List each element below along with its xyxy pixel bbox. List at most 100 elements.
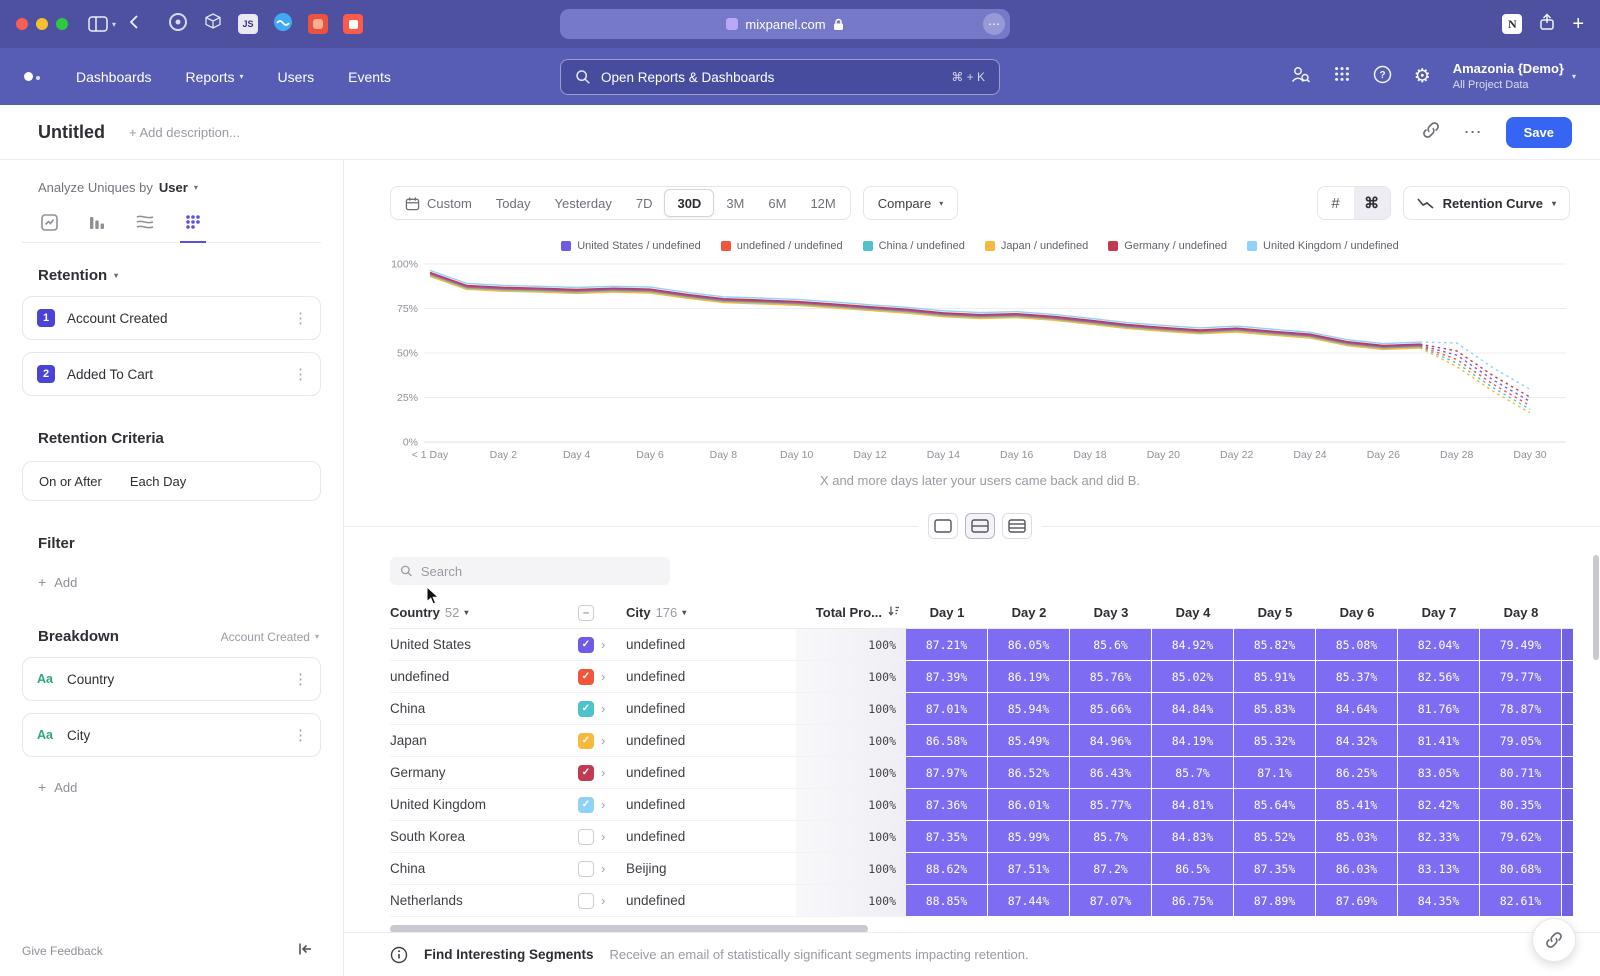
criteria-interval[interactable]: Each Day	[130, 474, 186, 489]
step-event-name[interactable]: Added To Cart	[67, 367, 153, 382]
breakdown-property-name[interactable]: Country	[67, 672, 114, 687]
nav-item-dashboards[interactable]: Dashboards	[76, 69, 152, 85]
keyboard-shortcuts-button[interactable]: ⌘	[1354, 187, 1390, 219]
report-title[interactable]: Untitled	[38, 122, 105, 143]
legend-item[interactable]: United Kingdom / undefined	[1247, 240, 1399, 252]
global-search-button[interactable]: Open Reports & Dashboards ⌘ + K	[560, 59, 1000, 95]
nav-item-events[interactable]: Events	[348, 69, 391, 85]
legend-item[interactable]: undefined / undefined	[721, 240, 843, 252]
row-checkbox[interactable]: ✓	[578, 637, 594, 653]
expand-chevron-icon[interactable]: ›	[601, 765, 605, 780]
expand-chevron-icon[interactable]: ›	[601, 893, 605, 908]
breakdown-property-name[interactable]: City	[67, 728, 90, 743]
annotations-button[interactable]: #	[1318, 187, 1354, 219]
table-row[interactable]: United States✓›undefined100%87.21%86.05%…	[390, 629, 1600, 661]
breakdown-options-button[interactable]: ⋮	[293, 670, 308, 688]
collapse-sidebar-button[interactable]	[297, 941, 313, 960]
table-row[interactable]: China›Beijing100%88.62%87.51%87.2%86.5%8…	[390, 853, 1600, 885]
date-range-6m[interactable]: 6M	[756, 189, 798, 217]
more-options-button[interactable]: ⋯	[1464, 122, 1482, 143]
analyze-entity-value[interactable]: User	[159, 180, 188, 195]
video-extension-icon[interactable]	[343, 14, 363, 34]
column-header-day[interactable]: Day 1	[906, 597, 988, 629]
table-row[interactable]: China✓›undefined100%87.01%85.94%85.66%84…	[390, 693, 1600, 725]
view-split-button[interactable]	[965, 513, 995, 539]
date-range-3m[interactable]: 3M	[714, 189, 756, 217]
mixpanel-logo[interactable]	[24, 72, 40, 81]
expand-chevron-icon[interactable]: ›	[601, 637, 605, 652]
row-checkbox[interactable]	[578, 861, 594, 877]
share-link-fab[interactable]	[1532, 918, 1576, 962]
row-checkbox[interactable]: ✓	[578, 701, 594, 717]
row-checkbox[interactable]: ✓	[578, 797, 594, 813]
add-breakdown-button[interactable]: + Add	[38, 779, 321, 795]
new-tab-button[interactable]: +	[1572, 14, 1584, 34]
retention-step-1[interactable]: 1 Account Created ⋮	[22, 296, 321, 340]
column-header-country[interactable]: Country52▾	[390, 597, 576, 629]
retention-criteria-card[interactable]: On or After Each Day	[22, 461, 321, 501]
date-range-30d[interactable]: 30D	[664, 189, 714, 217]
chart-type-selector[interactable]: Retention Curve ▾	[1403, 186, 1570, 220]
date-range-custom[interactable]: Custom	[393, 189, 484, 217]
tab-funnels[interactable]	[86, 213, 108, 231]
js-extension-icon[interactable]: JS	[238, 14, 258, 34]
step-options-button[interactable]: ⋮	[293, 309, 308, 327]
cube-extension-icon[interactable]	[203, 12, 223, 37]
breakdown-options-button[interactable]: ⋮	[293, 726, 308, 744]
table-row[interactable]: undefined✓›undefined100%87.39%86.19%85.7…	[390, 661, 1600, 693]
legend-item[interactable]: United States / undefined	[561, 240, 701, 252]
legend-item[interactable]: Japan / undefined	[985, 240, 1088, 252]
project-switcher[interactable]: Amazonia {Demo} All Project Data ▾	[1453, 61, 1576, 92]
column-header-day[interactable]: Day 4	[1152, 597, 1234, 629]
tab-insights[interactable]	[38, 213, 60, 231]
share-button[interactable]	[1538, 13, 1556, 36]
notion-extension-icon[interactable]: N	[1502, 14, 1522, 34]
address-bar[interactable]: mixpanel.com ⋯	[560, 9, 1010, 39]
expand-chevron-icon[interactable]: ›	[601, 861, 605, 876]
expand-chevron-icon[interactable]: ›	[601, 797, 605, 812]
target-extension-icon[interactable]	[168, 12, 188, 37]
breakdown-country[interactable]: Aa Country ⋮	[22, 657, 321, 701]
app-extension-icon[interactable]	[308, 14, 328, 34]
column-header-day[interactable]: Day 8	[1480, 597, 1562, 629]
help-button[interactable]: ?	[1373, 65, 1392, 89]
extensions-menu-button[interactable]: ⋯	[983, 13, 1005, 35]
row-checkbox[interactable]: ✓	[578, 765, 594, 781]
breakdown-city[interactable]: Aa City ⋮	[22, 713, 321, 757]
table-row[interactable]: Netherlands›undefined100%88.85%87.44%87.…	[390, 885, 1600, 917]
add-description-button[interactable]: + Add description...	[129, 125, 240, 140]
minimize-window-button[interactable]	[36, 18, 48, 30]
retention-step-2[interactable]: 2 Added To Cart ⋮	[22, 352, 321, 396]
legend-item[interactable]: China / undefined	[863, 240, 965, 252]
expand-chevron-icon[interactable]: ›	[601, 701, 605, 716]
column-header-day[interactable]: Day 2	[988, 597, 1070, 629]
browser-sidebar-toggle[interactable]: ▾	[88, 16, 116, 32]
column-header-day[interactable]: Day 3	[1070, 597, 1152, 629]
table-search-input[interactable]	[421, 564, 660, 579]
select-all-checkbox[interactable]: –	[578, 605, 594, 621]
column-header-total[interactable]: Total Pro...	[796, 597, 906, 629]
expand-chevron-icon[interactable]: ›	[601, 733, 605, 748]
row-checkbox[interactable]: ✓	[578, 733, 594, 749]
column-header-day[interactable]: Day 5	[1234, 597, 1316, 629]
row-checkbox[interactable]	[578, 829, 594, 845]
date-range-12m[interactable]: 12M	[798, 189, 847, 217]
legend-item[interactable]: Germany / undefined	[1108, 240, 1227, 252]
segments-footer-title[interactable]: Find Interesting Segments	[424, 947, 594, 962]
table-row[interactable]: United Kingdom✓›undefined100%87.36%86.01…	[390, 789, 1600, 821]
table-search[interactable]	[390, 557, 670, 585]
table-row[interactable]: South Korea›undefined100%87.35%85.99%85.…	[390, 821, 1600, 853]
step-options-button[interactable]: ⋮	[293, 365, 308, 383]
tab-flows[interactable]	[134, 213, 156, 231]
date-range-7d[interactable]: 7D	[624, 189, 665, 217]
close-window-button[interactable]	[16, 18, 28, 30]
tab-retention[interactable]	[182, 213, 204, 231]
user-lookup-button[interactable]	[1290, 65, 1311, 89]
view-chart-only-button[interactable]	[928, 513, 958, 539]
step-event-name[interactable]: Account Created	[67, 311, 168, 326]
date-range-today[interactable]: Today	[484, 189, 543, 217]
wave-extension-icon[interactable]	[273, 12, 293, 37]
table-row[interactable]: Germany✓›undefined100%87.97%86.52%86.43%…	[390, 757, 1600, 789]
breakdown-context-selector[interactable]: Account Created ▾	[221, 630, 319, 644]
give-feedback-link[interactable]: Give Feedback	[22, 944, 103, 958]
